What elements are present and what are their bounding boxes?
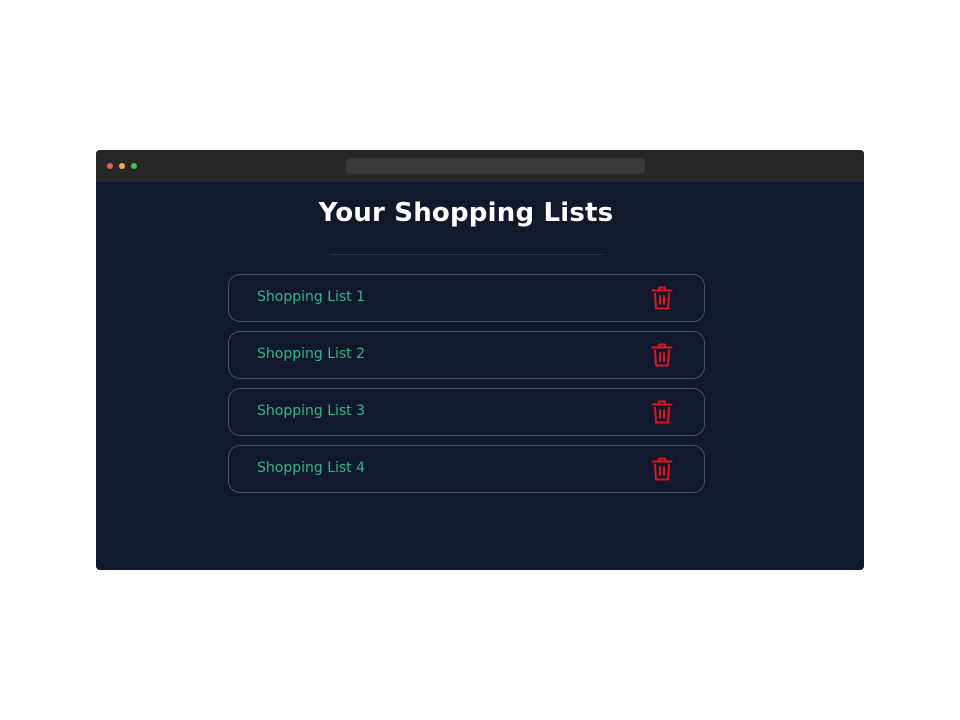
browser-titlebar <box>96 150 864 182</box>
trash-icon <box>651 286 673 310</box>
close-window-dot[interactable] <box>107 163 113 169</box>
delete-list-button[interactable] <box>650 399 674 425</box>
maximize-window-dot[interactable] <box>131 163 137 169</box>
list-item-label[interactable]: Shopping List 3 <box>257 403 365 419</box>
list-item[interactable]: Shopping List 4 <box>228 445 705 493</box>
trash-icon <box>651 457 673 481</box>
list-item-label[interactable]: Shopping List 4 <box>257 460 365 476</box>
trash-icon <box>651 400 673 424</box>
list-item-label[interactable]: Shopping List 2 <box>257 346 365 362</box>
delete-list-button[interactable] <box>650 342 674 368</box>
address-bar[interactable] <box>346 158 645 174</box>
title-divider <box>331 254 603 255</box>
list-item-label[interactable]: Shopping List 1 <box>257 289 365 305</box>
list-item[interactable]: Shopping List 2 <box>228 331 705 379</box>
delete-list-button[interactable] <box>650 456 674 482</box>
delete-list-button[interactable] <box>650 285 674 311</box>
browser-window: Your Shopping Lists Shopping List 1 Shop… <box>96 150 864 570</box>
list-item[interactable]: Shopping List 3 <box>228 388 705 436</box>
list-item[interactable]: Shopping List 1 <box>228 274 705 322</box>
minimize-window-dot[interactable] <box>119 163 125 169</box>
trash-icon <box>651 343 673 367</box>
shopping-lists: Shopping List 1 Shopping List 2 Shopping… <box>228 274 705 502</box>
page-title: Your Shopping Lists <box>318 198 614 228</box>
